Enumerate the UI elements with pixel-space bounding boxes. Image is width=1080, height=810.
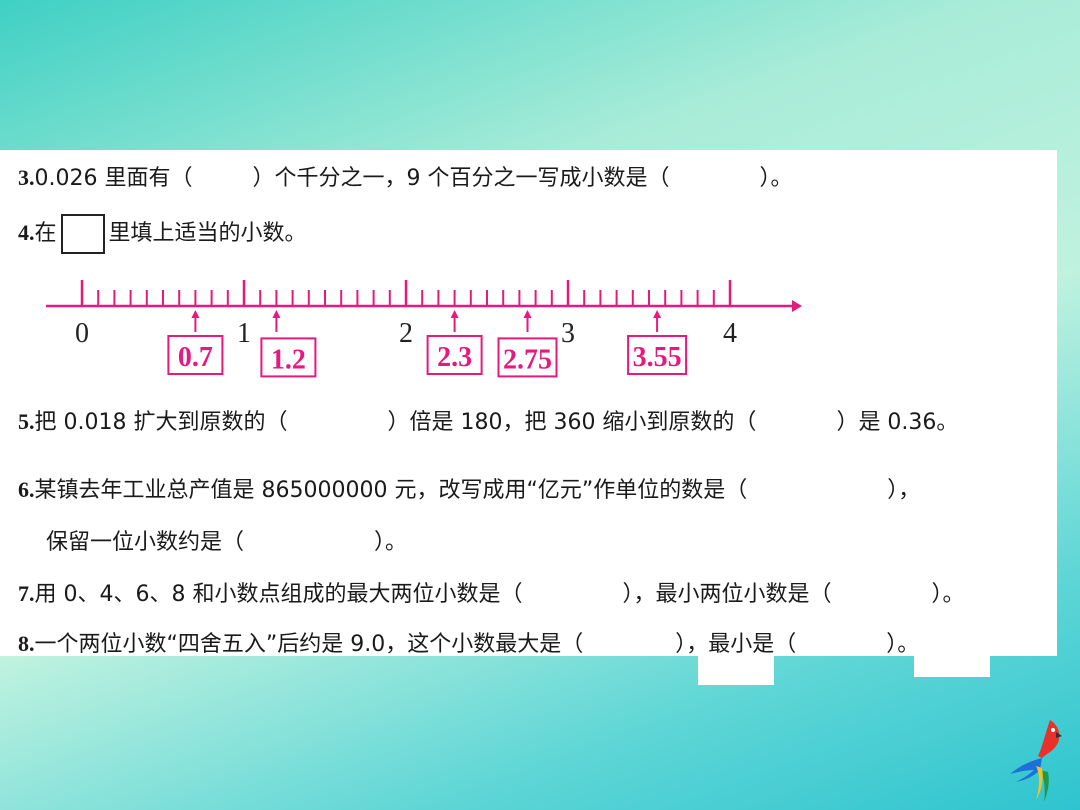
question-number: 5. (18, 409, 35, 434)
question-text: 某镇去年工业总产值是 865000000 元，改写成用“亿元”作单位的数是（ (34, 478, 748, 503)
tick-label: 2 (399, 318, 413, 349)
axis-arrow-icon (792, 300, 802, 312)
answer-value: 0.7 (178, 342, 213, 373)
question-7: 7.用 0、4、6、8 和小数点组成的最大两位小数是（ ），最小两位小数是（ ）。 (18, 576, 965, 608)
question-text: 一个两位小数“四舍五入”后约是 9.0，这个小数最大是（ (34, 632, 584, 657)
tick-label: 3 (561, 318, 575, 349)
question-text: ）。 (759, 166, 793, 191)
tick-label: 4 (723, 318, 737, 349)
question-text: ），最小两位小数是（ (622, 582, 832, 607)
question-text: 在 (34, 221, 57, 246)
question-number: 8. (18, 631, 35, 656)
question-text: ）是 0.36。 (836, 410, 959, 435)
question-5: 5.把 0.018 扩大到原数的（ ）倍是 180，把 360 缩小到原数的（ ）是… (18, 404, 958, 436)
question-text: ）， (887, 478, 921, 503)
answer-arrow-icon (653, 310, 662, 318)
answer-arrow-icon (191, 310, 200, 318)
question-text: ）。 (931, 582, 965, 607)
answer-arrow-icon (523, 310, 532, 318)
worksheet: 3.0.026 里面有（ ）个千分之一，9 个百分之一写成小数是（ ）。 4.在 里填… (0, 150, 1057, 658)
tick-label: 0 (75, 318, 89, 349)
answer-marker: 1.2 (260, 310, 317, 378)
answer-marker: 0.7 (167, 310, 224, 375)
question-text: ）。 (374, 530, 408, 555)
tick-label: 1 (237, 318, 251, 349)
question-number: 4. (18, 220, 35, 245)
question-text: ）个千分之一，9 个百分之一写成小数是（ (252, 166, 670, 191)
question-text: 用 0、4、6、8 和小数点组成的最大两位小数是（ (34, 582, 523, 607)
question-number: 7. (18, 581, 35, 606)
question-number: 3. (18, 165, 35, 190)
answer-tab-max (698, 655, 774, 685)
answer-value: 2.75 (503, 344, 552, 375)
question-4: 4.在 里填上适当的小数。 (18, 214, 307, 254)
question-number: 6. (18, 477, 35, 502)
question-6: 6.某镇去年工业总产值是 865000000 元，改写成用“亿元”作单位的数是（… (18, 472, 920, 504)
answer-value: 1.2 (271, 344, 306, 375)
answer-value: 2.3 (437, 342, 472, 373)
answer-value: 3.55 (633, 342, 682, 373)
question-text: 保留一位小数约是（ (46, 530, 245, 555)
answer-marker: 2.75 (497, 310, 558, 378)
question-text: ），最小是（ (675, 632, 797, 657)
question-text: ）。 (886, 632, 920, 657)
question-3: 3.0.026 里面有（ ）个千分之一，9 个百分之一写成小数是（ ）。 (18, 160, 793, 192)
answer-arrow-icon (272, 310, 281, 318)
question-8: 8.一个两位小数“四舍五入”后约是 9.0，这个小数最大是（ ），最小是（ ）。 (18, 626, 919, 658)
question-text: ）倍是 180，把 360 缩小到原数的（ (387, 410, 757, 435)
answer-arrow-icon (450, 310, 459, 318)
parrot-logo-icon (1010, 720, 1062, 802)
question-text: 里填上适当的小数。 (108, 221, 307, 246)
question-6-line-2: 保留一位小数约是（ ）。 (46, 524, 407, 556)
question-text: 0.026 里面有（ (34, 166, 193, 191)
answer-box[interactable] (60, 214, 105, 254)
question-text: 把 0.018 扩大到原数的（ (34, 410, 288, 435)
answer-tab-min (914, 655, 990, 677)
number-line: 0 1 2 3 4 0.7 1.2 2.3 2.75 3.55 (46, 280, 802, 378)
number-line-ticks (46, 280, 802, 312)
answer-marker: 2.3 (426, 310, 483, 375)
answer-marker: 3.55 (627, 310, 688, 375)
